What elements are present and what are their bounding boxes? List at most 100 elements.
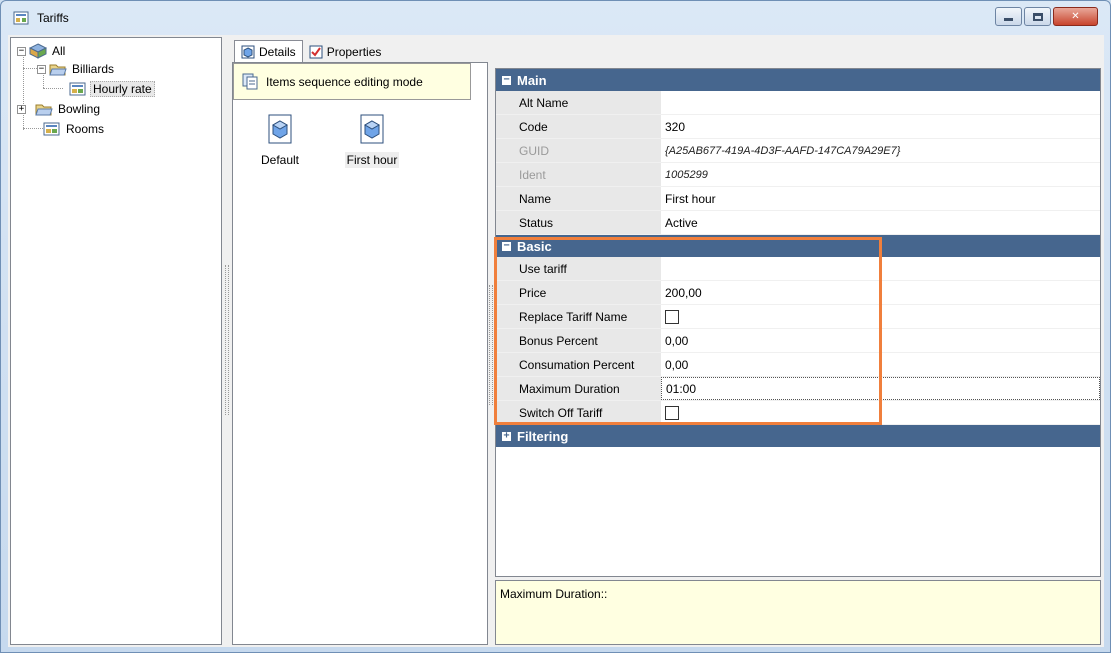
window-title: Tariffs	[37, 11, 69, 25]
property-description: Maximum Duration::	[495, 580, 1101, 645]
expand-icon[interactable]: +	[502, 430, 511, 441]
tariff-icon	[69, 82, 86, 96]
prop-name: Bonus Percent	[496, 329, 661, 352]
prop-value[interactable]	[661, 257, 1100, 280]
sequence-mode-bar[interactable]: Items sequence editing mode	[233, 63, 471, 100]
tree-item-label: Bowling	[58, 102, 101, 116]
prop-name: Replace Tariff Name	[496, 305, 661, 328]
collapse-icon[interactable]: −	[502, 240, 511, 251]
minimize-button[interactable]	[995, 7, 1022, 26]
category-label: Basic	[517, 238, 552, 254]
prop-status[interactable]: Status Active	[496, 211, 1100, 235]
prop-alt-name[interactable]: Alt Name	[496, 91, 1100, 115]
tree-connector	[43, 88, 63, 89]
collapse-icon[interactable]: −	[502, 74, 511, 85]
prop-replace-tariff-name[interactable]: Replace Tariff Name	[496, 305, 1100, 329]
items-panel[interactable]: Items sequence editing mode Default Firs…	[232, 62, 488, 645]
tab-label: Details	[259, 44, 296, 59]
prop-value	[661, 305, 1100, 328]
collapse-icon[interactable]: −	[37, 64, 46, 74]
prop-bonus-percent[interactable]: Bonus Percent 0,00	[496, 329, 1100, 353]
tariffs-app-icon	[13, 11, 29, 25]
root-icon	[29, 43, 47, 59]
tree-item-label: Rooms	[66, 122, 105, 136]
client-area: − All − Billiards Hourly rate + Bowling …	[8, 35, 1104, 647]
category-basic[interactable]: − Basic	[496, 235, 1100, 257]
prop-value[interactable]: 0,00	[661, 329, 1100, 352]
tree-item-label: Billiards	[72, 62, 115, 76]
switch-off-tariff-checkbox[interactable]	[665, 405, 679, 420]
prop-value[interactable]	[661, 91, 1100, 114]
tree-connector	[23, 128, 43, 129]
tree-item-billiards[interactable]: − Billiards	[37, 60, 116, 78]
maximize-icon	[1032, 12, 1043, 21]
prop-name: Ident	[496, 163, 661, 186]
prop-code[interactable]: Code 320	[496, 115, 1100, 139]
prop-value: {A25AB677-419A-4D3F-AAFD-147CA79A29E7}	[661, 139, 1100, 162]
prop-value[interactable]: 0,00	[661, 353, 1100, 376]
maximum-duration-field[interactable]: 01:00	[661, 377, 1100, 400]
prop-name: Name	[496, 187, 661, 210]
tab-strip: Details Properties	[234, 38, 387, 62]
tariff-item-icon	[268, 114, 292, 144]
property-grid[interactable]: − Main Alt Name Code 320 GUID {A25AB677-…	[495, 68, 1101, 577]
expand-icon[interactable]: +	[17, 104, 26, 114]
prop-name: Maximum Duration	[496, 377, 661, 400]
tab-details[interactable]: Details	[234, 40, 303, 62]
close-button[interactable]: ✕	[1053, 7, 1098, 26]
description-text: Maximum Duration::	[500, 587, 608, 601]
details-icon	[241, 45, 255, 58]
prop-guid[interactable]: GUID {A25AB677-419A-4D3F-AAFD-147CA79A29…	[496, 139, 1100, 163]
tab-properties[interactable]: Properties	[303, 42, 388, 62]
prop-name: Price	[496, 281, 661, 304]
tree-connector	[23, 52, 24, 130]
collapse-icon[interactable]: −	[17, 46, 26, 56]
prop-value[interactable]: First hour	[661, 187, 1100, 210]
left-splitter[interactable]	[225, 265, 229, 415]
prop-price[interactable]: Price 200,00	[496, 281, 1100, 305]
category-label: Main	[517, 72, 547, 88]
tree-item-rooms[interactable]: Rooms	[43, 120, 106, 138]
title-bar[interactable]: Tariffs ✕	[1, 1, 1110, 35]
tree-item-label: All	[52, 44, 66, 58]
category-label: Filtering	[517, 428, 569, 444]
tariff-item-first-hour[interactable]: First hour	[339, 113, 405, 168]
tree-item-hourly-rate[interactable]: Hourly rate	[69, 80, 155, 98]
properties-icon	[309, 45, 323, 59]
prop-name-field[interactable]: Name First hour	[496, 187, 1100, 211]
tree-item-bowling[interactable]: + Bowling	[17, 100, 102, 118]
sequence-mode-label: Items sequence editing mode	[266, 74, 423, 89]
tariffs-window: Tariffs ✕ − All − Billiards Hourly rate …	[0, 0, 1111, 653]
prop-name: Status	[496, 211, 661, 234]
prop-consumation-percent[interactable]: Consumation Percent 0,00	[496, 353, 1100, 377]
close-icon: ✕	[1071, 11, 1080, 22]
prop-name: GUID	[496, 139, 661, 162]
category-main[interactable]: − Main	[496, 69, 1100, 91]
tariff-item-label: First hour	[344, 152, 400, 168]
prop-maximum-duration[interactable]: Maximum Duration 01:00	[496, 377, 1100, 401]
prop-name: Use tariff	[496, 257, 661, 280]
tree-item-label: Hourly rate	[90, 81, 155, 97]
prop-name: Code	[496, 115, 661, 138]
tariff-tree[interactable]: − All − Billiards Hourly rate + Bowling …	[10, 37, 222, 645]
tariff-item-icon	[360, 114, 384, 144]
prop-value[interactable]: Active	[661, 211, 1100, 234]
prop-value[interactable]: 200,00	[661, 281, 1100, 304]
prop-name: Alt Name	[496, 91, 661, 114]
prop-ident[interactable]: Ident 1005299	[496, 163, 1100, 187]
tree-item-all[interactable]: − All	[17, 42, 67, 60]
minimize-icon	[1004, 18, 1013, 21]
sequence-edit-icon	[242, 73, 258, 89]
prop-switch-off-tariff[interactable]: Switch Off Tariff	[496, 401, 1100, 425]
prop-value	[661, 401, 1100, 424]
tariff-item-default[interactable]: Default	[247, 113, 313, 168]
category-filtering[interactable]: + Filtering	[496, 425, 1100, 447]
prop-value[interactable]: 320	[661, 115, 1100, 138]
prop-name: Consumation Percent	[496, 353, 661, 376]
folder-open-icon	[49, 64, 67, 76]
middle-splitter[interactable]	[489, 285, 493, 405]
prop-value: 1005299	[661, 163, 1100, 186]
prop-use-tariff[interactable]: Use tariff	[496, 257, 1100, 281]
maximize-button[interactable]	[1024, 7, 1051, 26]
replace-tariff-name-checkbox[interactable]	[665, 309, 679, 324]
